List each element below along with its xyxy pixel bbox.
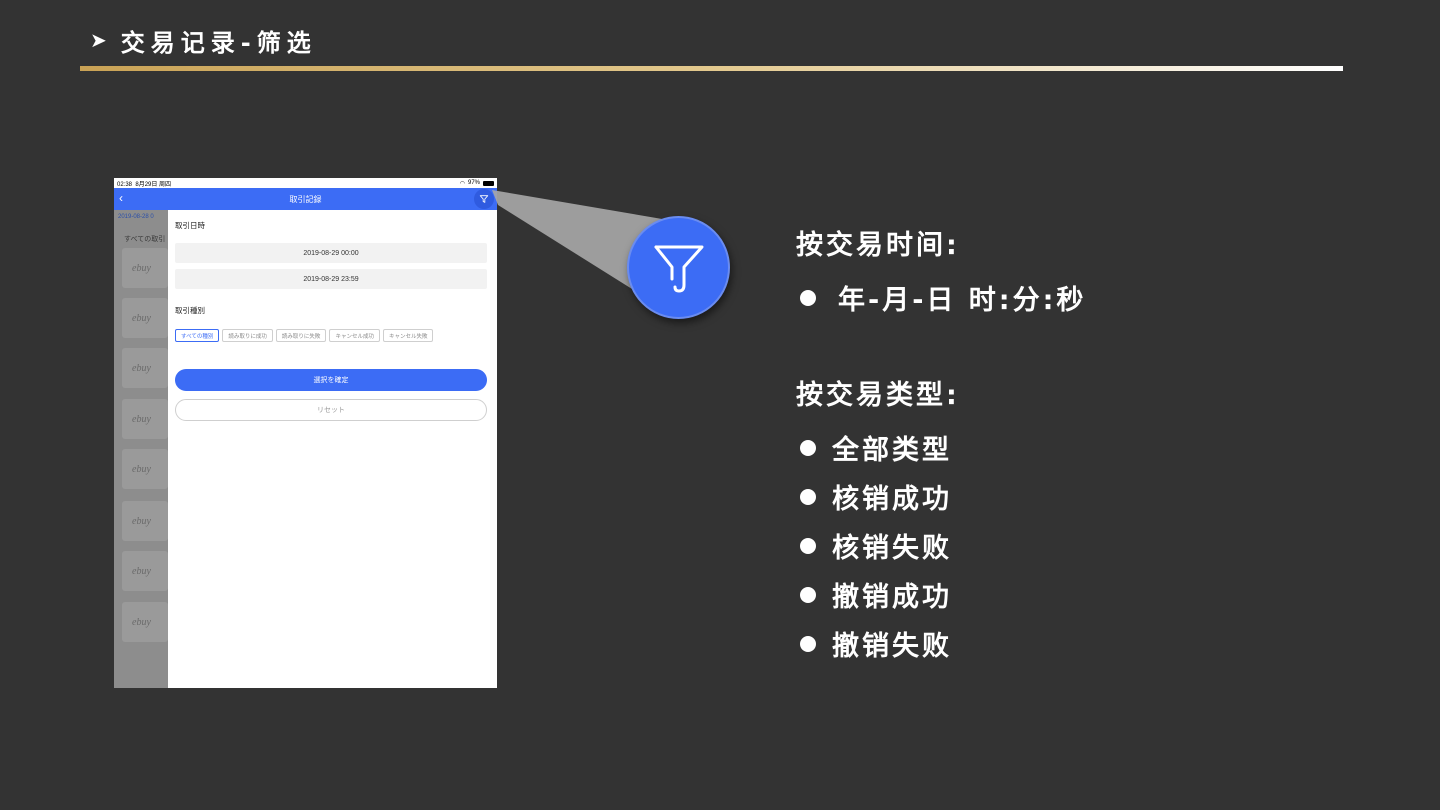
- type-item: 撤销成功: [796, 570, 1356, 619]
- chip-all-types[interactable]: すべての種別: [175, 329, 220, 342]
- chip-read-success[interactable]: 読み取りに成功: [222, 329, 273, 342]
- background-card: ebuy: [122, 551, 168, 591]
- filter-icon: [654, 245, 703, 292]
- background-card: ebuy: [122, 449, 168, 489]
- wifi-icon: ◠: [459, 180, 465, 187]
- bullet-icon: [800, 439, 816, 456]
- background-transaction-list: 2019-08-28 0 すべての取引 ebuy ebuy ebuy ebuy …: [114, 210, 168, 688]
- time-format-item: 年-月-日 时:分:秒: [796, 273, 1356, 322]
- background-card: ebuy: [122, 348, 168, 388]
- chip-cancel-success[interactable]: キャンセル成功: [329, 329, 380, 342]
- nav-bar: ‹ 取引記録: [114, 188, 497, 210]
- background-card: ebuy: [122, 501, 168, 541]
- filter-button[interactable]: [474, 189, 494, 209]
- type-item: 全部类型: [796, 423, 1356, 472]
- phone-screenshot: 02:38 8月29日 周四 ◠ 97% ‹ 取引記録 2019-08-28 0…: [114, 178, 497, 688]
- filter-panel: 取引日時 2019-08-29 00:00 2019-08-29 23:59 取…: [168, 210, 497, 688]
- background-date: 2019-08-28 0: [118, 214, 154, 220]
- back-icon[interactable]: ‹: [119, 191, 123, 205]
- status-bar: 02:38 8月29日 周四 ◠ 97%: [114, 178, 497, 188]
- reset-button[interactable]: リセット: [175, 399, 487, 421]
- confirm-button[interactable]: 選択を確定: [175, 369, 487, 391]
- background-card: ebuy: [122, 602, 168, 642]
- background-card: ebuy: [122, 248, 168, 288]
- end-datetime-field[interactable]: 2019-08-29 23:59: [175, 269, 487, 289]
- filter-icon: [479, 195, 489, 203]
- bullet-icon: [800, 586, 816, 603]
- battery-percent: 97%: [467, 180, 480, 186]
- battery-icon: [483, 180, 494, 186]
- start-datetime-field[interactable]: 2019-08-29 00:00: [175, 243, 487, 263]
- background-card: ebuy: [122, 298, 168, 338]
- zoomed-filter-button: [627, 216, 730, 319]
- type-item: 撤销失败: [796, 619, 1356, 668]
- time-heading: 按交易时间:: [796, 230, 960, 261]
- chip-cancel-failed[interactable]: キャンセル失敗: [382, 329, 434, 342]
- type-label: 取引種別: [175, 306, 205, 315]
- background-card: ebuy: [122, 399, 168, 439]
- slide-title: ➤ 交易记录-筛选: [90, 24, 317, 57]
- bullet-icon: [800, 289, 816, 306]
- bullet-icon: [800, 635, 816, 652]
- type-heading: 按交易类型:: [796, 380, 960, 411]
- arrow-icon: ➤: [90, 28, 107, 52]
- type-chips: すべての種別 読み取りに成功 読み取りに失敗 キャンセル成功 キャンセル失敗: [175, 329, 434, 342]
- type-item: 核销成功: [796, 472, 1356, 521]
- status-date: 8月29日 周四: [135, 181, 172, 188]
- bullet-icon: [800, 537, 816, 554]
- filter-description: 按交易时间: 年-月-日 时:分:秒 按交易类型: 全部类型 核销成功 核销失败…: [796, 224, 1356, 668]
- nav-title: 取引記録: [289, 194, 322, 204]
- datetime-label: 取引日時: [175, 221, 205, 230]
- bullet-icon: [800, 488, 816, 505]
- status-time: 02:38: [117, 181, 133, 188]
- slide-title-text: 交易记录-筛选: [120, 28, 317, 57]
- chip-read-failed[interactable]: 読み取りに失敗: [275, 329, 327, 342]
- type-item: 核销失败: [796, 521, 1356, 570]
- background-all-label: すべての取引: [124, 236, 166, 243]
- title-divider: [80, 66, 1343, 71]
